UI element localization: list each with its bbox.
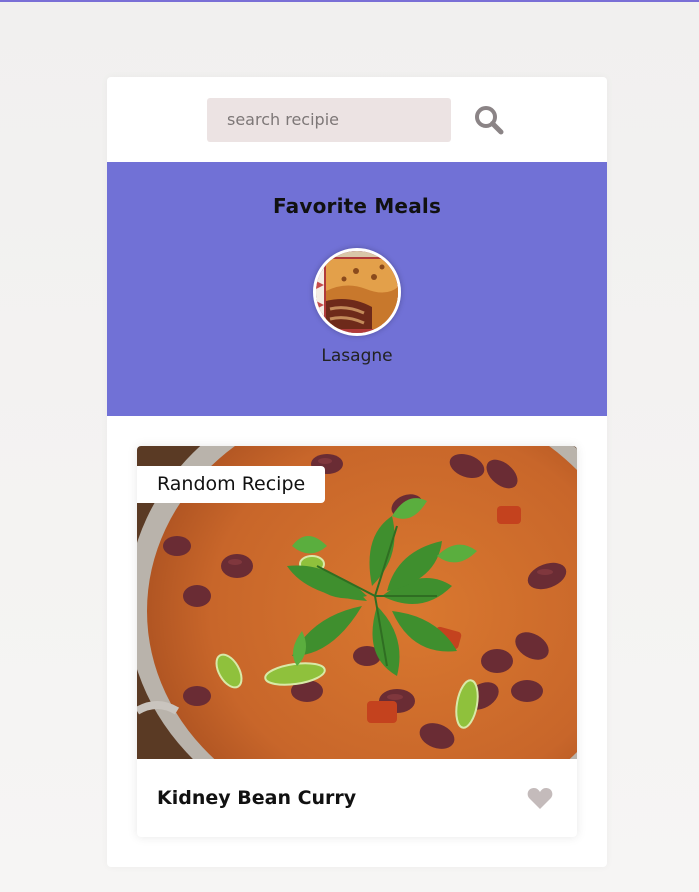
meal-body: Kidney Bean Curry	[137, 759, 577, 837]
favorite-meal-name: Lasagne	[321, 346, 393, 366]
search-button[interactable]	[471, 102, 507, 138]
meal-image-header: Random Recipe	[137, 446, 577, 759]
meal-title: Kidney Bean Curry	[157, 787, 357, 809]
search-input[interactable]	[207, 97, 451, 142]
meal-card: Random Recipe Kidney Bean Curry	[137, 446, 577, 837]
favorite-meals-title: Favorite Meals	[272, 194, 442, 218]
mobile-container: Favorite Meals	[107, 77, 607, 867]
favorite-meals-section: Favorite Meals Lasagne	[107, 162, 607, 416]
favorite-meal-thumbnail[interactable]	[313, 248, 401, 336]
meals-container: Random Recipe Kidney Bean Curry	[107, 416, 607, 837]
random-recipe-tag: Random Recipe	[137, 466, 326, 503]
favorite-meals-list: Lasagne	[107, 248, 607, 366]
favorite-meal-item[interactable]: Lasagne	[313, 248, 401, 366]
favorite-button[interactable]	[523, 782, 557, 814]
top-accent-line	[0, 0, 699, 2]
search-header	[107, 77, 607, 162]
heart-icon	[527, 786, 553, 810]
search-icon	[473, 104, 505, 136]
